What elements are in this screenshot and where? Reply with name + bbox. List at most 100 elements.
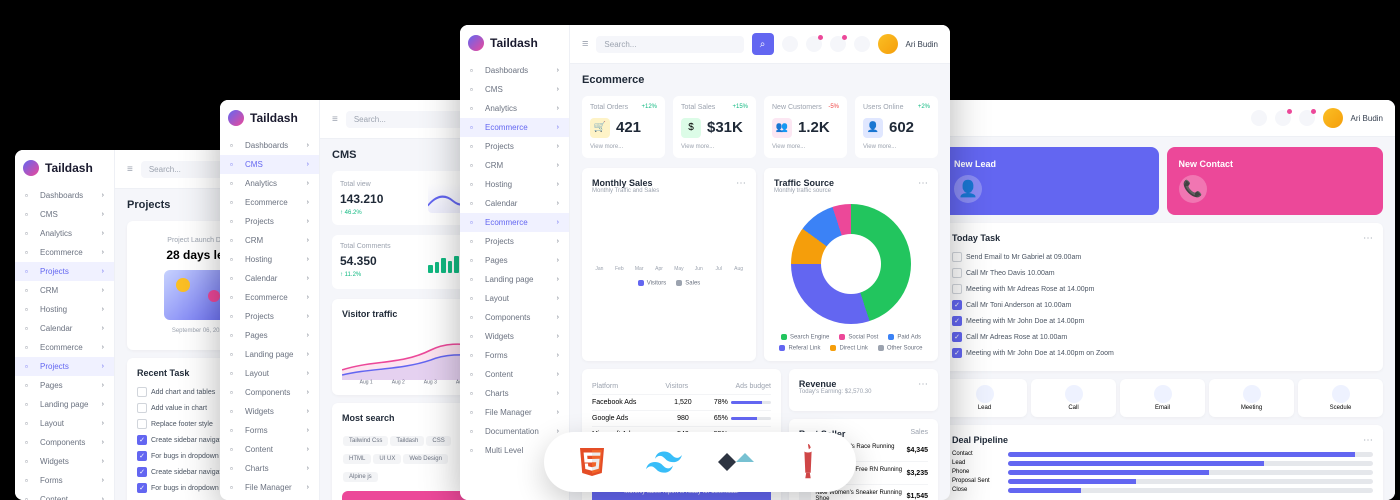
sidebar-item-components[interactable]: ▫Components› xyxy=(15,433,114,452)
sidebar-item-pages[interactable]: ▫Pages› xyxy=(460,251,569,270)
fullscreen-icon[interactable] xyxy=(854,36,870,52)
more-icon[interactable]: ⋯ xyxy=(736,178,746,189)
sidebar-item-crm[interactable]: ▫CRM› xyxy=(220,231,319,250)
sidebar-item-widgets[interactable]: ▫Widgets› xyxy=(460,327,569,346)
logo[interactable]: Taildash xyxy=(15,150,114,186)
user-name[interactable]: Ari Budin xyxy=(906,40,938,49)
sidebar-item-analytics[interactable]: ▫Analytics› xyxy=(220,174,319,193)
sidebar-item-charts[interactable]: ▫Charts› xyxy=(220,459,319,478)
quick-action-scedule[interactable]: Scedule xyxy=(1298,379,1383,417)
avatar[interactable] xyxy=(1323,108,1343,128)
sidebar-item-components[interactable]: ▫Components› xyxy=(220,383,319,402)
sidebar-item-ecommerce[interactable]: ▫Ecommerce› xyxy=(15,338,114,357)
sidebar-item-projects[interactable]: ▫Projects› xyxy=(220,212,319,231)
quick-action-lead[interactable]: Lead xyxy=(942,379,1027,417)
checkbox-icon[interactable] xyxy=(137,387,147,397)
sidebar-item-content[interactable]: ▫Content› xyxy=(460,365,569,384)
mail-icon[interactable] xyxy=(1275,110,1291,126)
sidebar-item-analytics[interactable]: ▫Analytics› xyxy=(15,224,114,243)
sidebar-item-widgets[interactable]: ▫Widgets› xyxy=(220,402,319,421)
sidebar-item-charts[interactable]: ▫Charts› xyxy=(460,384,569,403)
menu-toggle-icon[interactable]: ≡ xyxy=(332,114,338,125)
sidebar-item-dashboards[interactable]: ▫Dashboards› xyxy=(220,136,319,155)
menu-toggle-icon[interactable]: ≡ xyxy=(582,38,588,50)
sidebar-item-hosting[interactable]: ▫Hosting› xyxy=(460,175,569,194)
sidebar-item-forms[interactable]: ▫Forms› xyxy=(220,421,319,440)
quick-action-call[interactable]: Call xyxy=(1031,379,1116,417)
sidebar-item-landing-page[interactable]: ▫Landing page› xyxy=(15,395,114,414)
sidebar-item-projects[interactable]: ▫Projects› xyxy=(460,137,569,156)
sidebar-item-file-manager[interactable]: ▫File Manager› xyxy=(460,403,569,422)
checkbox-icon[interactable] xyxy=(952,268,962,278)
quick-action-email[interactable]: Email xyxy=(1120,379,1205,417)
sidebar-item-ecommerce[interactable]: ▫Ecommerce› xyxy=(15,243,114,262)
bell-icon[interactable] xyxy=(1299,110,1315,126)
task-item[interactable]: Meeting with Mr Adreas Rose at 14.00pm xyxy=(952,281,1373,297)
logo[interactable]: Taildash xyxy=(460,25,569,61)
checkbox-icon[interactable]: ✓ xyxy=(952,348,962,358)
checkbox-icon[interactable]: ✓ xyxy=(137,451,147,461)
tag[interactable]: UI UX xyxy=(373,454,401,464)
sidebar-item-dashboards[interactable]: ▫Dashboards› xyxy=(15,186,114,205)
sidebar-item-projects[interactable]: ▫Projects› xyxy=(15,262,114,281)
sidebar-item-hosting[interactable]: ▫Hosting› xyxy=(15,300,114,319)
checkbox-icon[interactable]: ✓ xyxy=(137,435,147,445)
task-item[interactable]: ✓Meeting with Mr John Doe at 14.00pm on … xyxy=(952,345,1373,361)
sidebar-item-calendar[interactable]: ▫Calendar› xyxy=(460,194,569,213)
tag[interactable]: HTML xyxy=(343,454,371,464)
sidebar-item-ecommerce[interactable]: ▫Ecommerce› xyxy=(220,288,319,307)
gear-icon[interactable] xyxy=(782,36,798,52)
sidebar-item-ecommerce[interactable]: ▫Ecommerce› xyxy=(460,118,569,137)
checkbox-icon[interactable]: ✓ xyxy=(952,300,962,310)
sidebar-item-content[interactable]: ▫Content› xyxy=(15,490,114,500)
task-item[interactable]: ✓Meeting with Mr John Doe at 14.00pm xyxy=(952,313,1373,329)
sidebar-item-hosting[interactable]: ▫Hosting› xyxy=(220,250,319,269)
logo[interactable]: Taildash xyxy=(220,100,319,136)
sidebar-item-layout[interactable]: ▫Layout› xyxy=(15,414,114,433)
sidebar-item-projects[interactable]: ▫Projects› xyxy=(460,232,569,251)
quick-action-meeting[interactable]: Meeting xyxy=(1209,379,1294,417)
more-icon[interactable]: ⋯ xyxy=(1363,435,1373,446)
sidebar-item-dashboards[interactable]: ▫Dashboards› xyxy=(460,61,569,80)
sidebar-item-widgets[interactable]: ▫Widgets› xyxy=(15,452,114,471)
tag[interactable]: Alpine js xyxy=(343,472,378,482)
sidebar-item-calendar[interactable]: ▫Calendar› xyxy=(220,269,319,288)
more-icon[interactable]: ⋯ xyxy=(1363,233,1373,244)
task-item[interactable]: ✓Call Mr Adreas Rose at 10.00am xyxy=(952,329,1373,345)
sidebar-item-layout[interactable]: ▫Layout› xyxy=(460,289,569,308)
sidebar-item-components[interactable]: ▫Components› xyxy=(460,308,569,327)
more-icon[interactable]: ⋯ xyxy=(918,178,928,189)
sidebar-item-cms[interactable]: ▫CMS› xyxy=(15,205,114,224)
sidebar-item-file-manager[interactable]: ▫File Manager› xyxy=(220,478,319,497)
sidebar-item-forms[interactable]: ▫Forms› xyxy=(15,471,114,490)
search-button[interactable]: ⌕ xyxy=(752,33,774,55)
sidebar-item-pages[interactable]: ▫Pages› xyxy=(15,376,114,395)
sidebar-item-layout[interactable]: ▫Layout› xyxy=(220,364,319,383)
sidebar-item-projects[interactable]: ▫Projects› xyxy=(220,307,319,326)
sidebar-item-analytics[interactable]: ▫Analytics› xyxy=(460,99,569,118)
sidebar-item-crm[interactable]: ▫CRM› xyxy=(460,156,569,175)
tag[interactable]: CSS xyxy=(426,436,450,446)
sidebar-item-cms[interactable]: ▫CMS› xyxy=(460,80,569,99)
avatar[interactable] xyxy=(878,34,898,54)
checkbox-icon[interactable] xyxy=(952,252,962,262)
task-item[interactable]: Call Mr Theo Davis 10.00am xyxy=(952,265,1373,281)
view-more-link[interactable]: View more... xyxy=(863,144,930,150)
gear-icon[interactable] xyxy=(1251,110,1267,126)
sidebar-item-ecommerce[interactable]: ▫Ecommerce› xyxy=(220,193,319,212)
checkbox-icon[interactable] xyxy=(137,419,147,429)
view-more-link[interactable]: View more... xyxy=(772,144,839,150)
new-lead-card[interactable]: New Lead 👤 xyxy=(942,147,1159,215)
sidebar-item-pages[interactable]: ▫Pages› xyxy=(220,326,319,345)
sidebar-item-landing-page[interactable]: ▫Landing page› xyxy=(460,270,569,289)
sidebar-item-crm[interactable]: ▫CRM› xyxy=(15,281,114,300)
tag[interactable]: Taildash xyxy=(390,436,424,446)
checkbox-icon[interactable] xyxy=(137,403,147,413)
tag[interactable]: Tailwind Css xyxy=(343,436,388,446)
sidebar-item-forms[interactable]: ▫Forms› xyxy=(460,346,569,365)
sidebar-item-documentation[interactable]: ▫Documentation› xyxy=(460,422,569,441)
menu-toggle-icon[interactable]: ≡ xyxy=(127,164,133,175)
more-icon[interactable]: ⋯ xyxy=(918,379,928,390)
sidebar-item-calendar[interactable]: ▫Calendar› xyxy=(15,319,114,338)
sidebar-item-projects[interactable]: ▫Projects› xyxy=(15,357,114,376)
